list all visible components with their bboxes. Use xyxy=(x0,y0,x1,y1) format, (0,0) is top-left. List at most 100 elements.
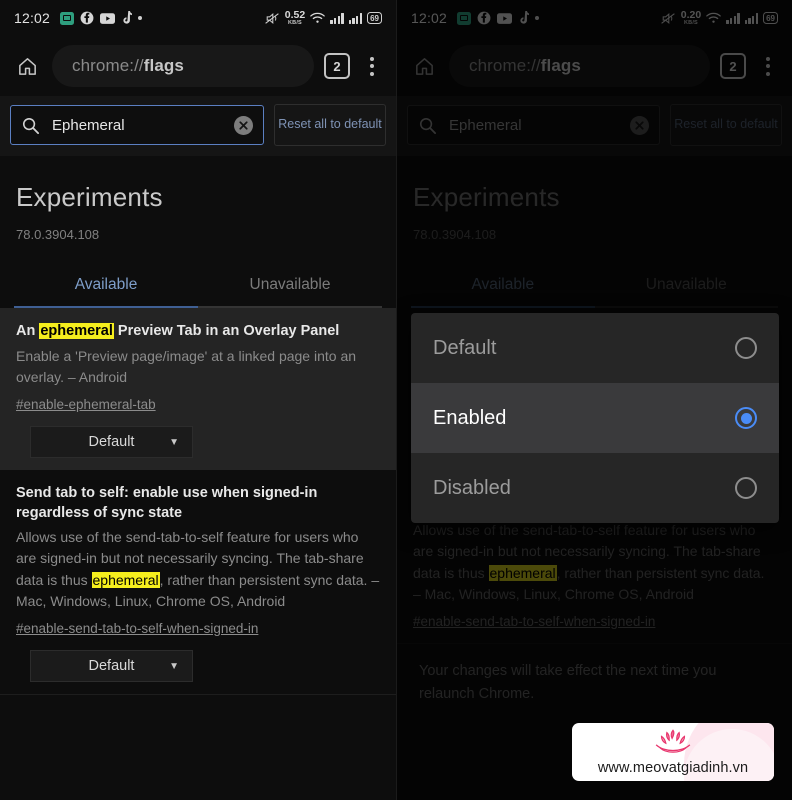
flag-title-post: Preview Tab in an Overlay Panel xyxy=(113,323,340,339)
network-speed: 0.20 KB/S xyxy=(680,9,702,26)
dual-screenshot-stage: 12:02 0.52 KB/S 69 chrome:// flags 2 Eph… xyxy=(0,0,792,800)
more-dot-icon xyxy=(138,16,143,20)
chrome-version: 78.0.3904.108 xyxy=(413,227,497,242)
url-bar[interactable]: chrome://flags xyxy=(52,45,314,87)
status-time: 12:02 xyxy=(14,10,51,26)
tab-indicator xyxy=(14,306,382,308)
status-app-icons xyxy=(457,11,540,25)
search-query-text: Ephemeral xyxy=(449,116,522,134)
flag-state-select[interactable]: Default ▼ xyxy=(30,426,193,459)
screenshot-icon xyxy=(457,11,472,25)
facebook-icon xyxy=(80,11,94,25)
search-match-highlight: ephemeral xyxy=(91,571,160,588)
left-screen: 12:02 0.52 KB/S 69 chrome:// flags 2 Eph… xyxy=(0,0,396,800)
battery-icon: 69 xyxy=(367,12,382,24)
watermark-url: www.meovatgiadinh.vn xyxy=(597,760,749,776)
right-screen: 12:02 0.20 KB/S 69 chrome:// flags 2 Eph… xyxy=(396,0,792,800)
status-right-icons: 0.20 KB/S 69 xyxy=(660,10,778,26)
wifi-icon xyxy=(706,12,721,24)
flag-select-wrap: Default ▼ xyxy=(16,650,380,683)
watermark-badge: www.meovatgiadinh.vn xyxy=(572,723,774,781)
flags-search-strip: Ephemeral Reset all to default xyxy=(0,96,396,156)
signal-icon xyxy=(330,12,344,24)
flag-description: Allows use of the send-tab-to-self featu… xyxy=(413,520,776,605)
status-bar: 12:02 0.20 KB/S 69 xyxy=(397,0,792,36)
search-input[interactable]: Ephemeral xyxy=(407,105,660,145)
dialog-option-label: Enabled xyxy=(433,406,507,429)
panel-divider xyxy=(396,0,397,800)
dialog-option-label: Default xyxy=(433,336,497,359)
search-icon xyxy=(21,116,40,135)
flag-card-ephemeral-tab: An ephemeral Preview Tab in an Overlay P… xyxy=(0,308,396,471)
dialog-option-disabled[interactable]: Disabled xyxy=(411,453,779,523)
search-input[interactable]: Ephemeral xyxy=(10,105,264,145)
status-time: 12:02 xyxy=(411,10,448,26)
radio-selected-icon[interactable] xyxy=(735,407,757,429)
flag-state-select[interactable]: Default ▼ xyxy=(30,650,193,683)
menu-icon[interactable] xyxy=(756,51,780,81)
relaunch-footnote: Your changes will take effect the next t… xyxy=(419,663,717,702)
network-speed: 0.52 KB/S xyxy=(284,9,306,26)
tab-unavailable[interactable]: Unavailable xyxy=(198,270,382,306)
search-query-text: Ephemeral xyxy=(52,116,125,134)
tab-indicator xyxy=(411,306,778,308)
flag-description: Allows use of the send-tab-to-self featu… xyxy=(16,527,380,612)
url-bar[interactable]: chrome://flags xyxy=(449,45,710,87)
youtube-icon xyxy=(497,12,513,24)
search-match-highlight: ephemeral xyxy=(39,323,114,339)
flag-title: An ephemeral Preview Tab in an Overlay P… xyxy=(16,322,380,342)
status-app-icons xyxy=(60,11,143,25)
flag-description: Enable a 'Preview page/image' at a linke… xyxy=(16,347,357,385)
tab-available[interactable]: Available xyxy=(14,270,198,306)
tab-unavailable[interactable]: Unavailable xyxy=(595,270,779,306)
facebook-icon xyxy=(477,11,491,25)
radio-unselected-icon[interactable] xyxy=(735,477,757,499)
flag-state-dialog: Default Enabled Disabled xyxy=(411,313,779,523)
flag-anchor-link[interactable]: #enable-ephemeral-tab xyxy=(16,397,156,412)
url-host: flags xyxy=(540,56,581,75)
flags-search-strip: Ephemeral Reset all to default xyxy=(397,96,792,156)
flags-page-body: Experiments 78.0.3904.108 Available Unav… xyxy=(0,156,396,696)
status-right-icons: 0.52 KB/S 69 xyxy=(264,10,382,26)
mute-icon xyxy=(660,12,676,25)
dialog-option-label: Disabled xyxy=(433,476,511,499)
menu-icon[interactable] xyxy=(360,51,384,81)
dialog-option-default[interactable]: Default xyxy=(411,313,779,383)
reset-all-button[interactable]: Reset all to default xyxy=(670,104,782,146)
home-icon[interactable] xyxy=(12,51,42,81)
radio-unselected-icon[interactable] xyxy=(735,337,757,359)
page-title: Experiments xyxy=(16,182,163,212)
tab-available[interactable]: Available xyxy=(411,270,595,306)
flag-select-wrap: Default ▼ xyxy=(16,426,380,459)
flag-state-value: Default xyxy=(88,658,135,675)
chevron-down-icon: ▼ xyxy=(169,436,179,448)
flags-tabs: Available Unavailable xyxy=(0,270,396,306)
dialog-option-enabled[interactable]: Enabled xyxy=(411,383,779,453)
clear-icon[interactable] xyxy=(630,115,649,135)
signal-icon xyxy=(744,12,759,24)
tab-count-label: 2 xyxy=(729,58,737,74)
flag-anchor-link[interactable]: #enable-send-tab-to-self-when-signed-in xyxy=(16,621,258,636)
flag-anchor-link[interactable]: #enable-send-tab-to-self-when-signed-in xyxy=(413,614,655,629)
flag-title-pre: An xyxy=(16,323,40,339)
url-scheme: chrome:// xyxy=(72,56,144,75)
signal-icon xyxy=(726,12,740,24)
search-match-highlight: ephemeral xyxy=(488,564,557,581)
tab-switcher-button[interactable]: 2 xyxy=(720,53,746,79)
more-dot-icon xyxy=(535,16,540,20)
lotus-icon xyxy=(650,728,696,759)
tab-switcher-button[interactable]: 2 xyxy=(324,53,350,79)
reset-all-button[interactable]: Reset all to default xyxy=(274,104,386,146)
tiktok-icon xyxy=(518,11,529,25)
search-icon xyxy=(418,116,437,135)
browser-toolbar: chrome://flags 2 xyxy=(397,36,792,96)
url-scheme: chrome:// xyxy=(469,56,541,75)
chrome-version: 78.0.3904.108 xyxy=(16,227,100,242)
signal-icon xyxy=(348,12,363,24)
clear-icon[interactable] xyxy=(234,115,253,135)
chevron-down-icon: ▼ xyxy=(169,660,179,672)
url-host: flags xyxy=(143,56,184,75)
youtube-icon xyxy=(100,12,116,24)
home-icon[interactable] xyxy=(409,51,439,81)
wifi-icon xyxy=(310,12,325,24)
